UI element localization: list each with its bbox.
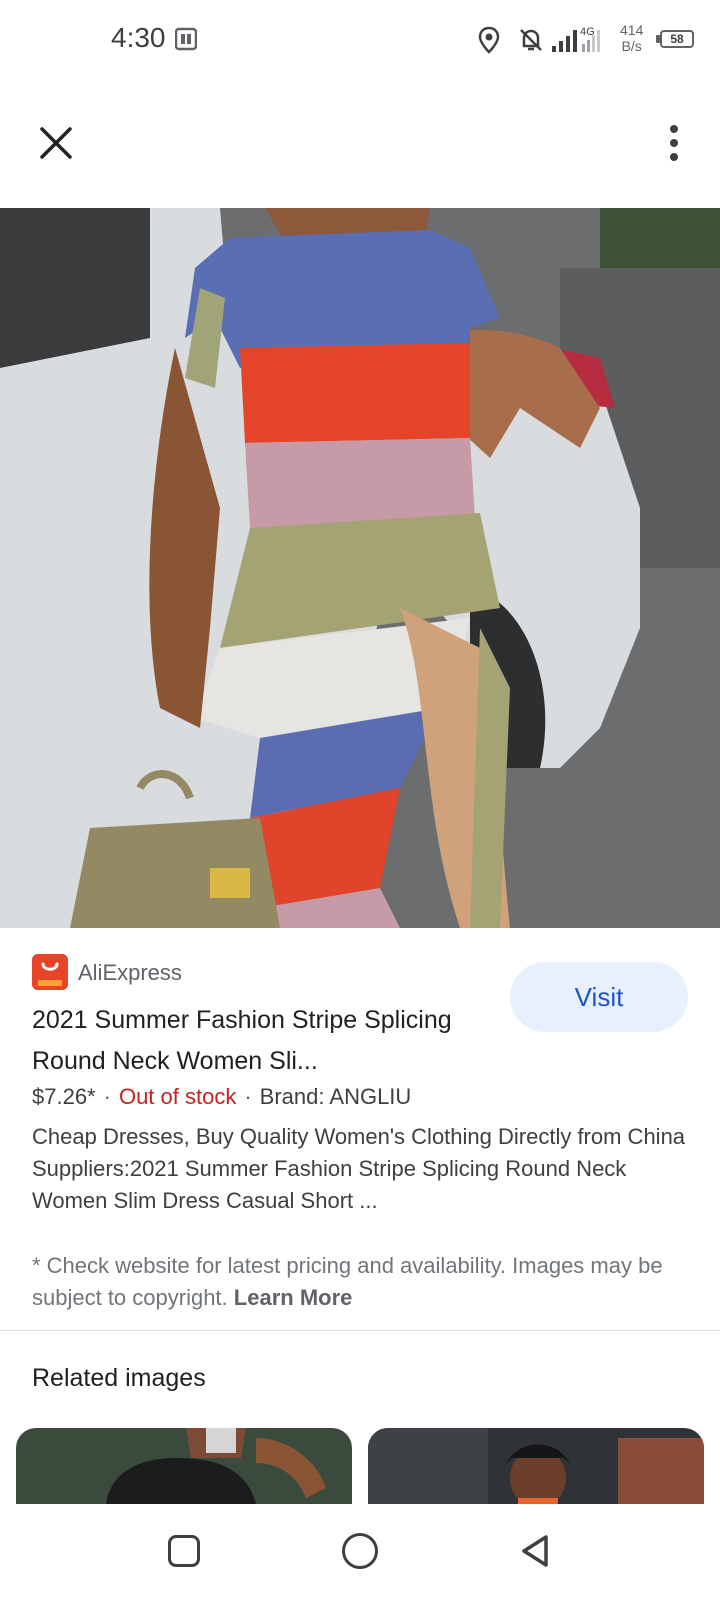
battery-icon: 58 [660, 30, 694, 48]
back-button[interactable] [518, 1533, 554, 1569]
back-icon [522, 1535, 548, 1567]
home-button[interactable] [342, 1533, 378, 1569]
more-vert-icon [670, 125, 678, 161]
product-image[interactable] [0, 208, 720, 928]
bell-off-icon [520, 29, 542, 51]
more-options-button[interactable] [650, 115, 698, 171]
stock-status: Out of stock [118, 1084, 237, 1109]
divider [0, 1330, 720, 1331]
copyright-notice: * Check website for latest pricing and a… [32, 1250, 692, 1314]
net-speed-unit: B/s [621, 38, 642, 54]
aliexpress-logo-icon [32, 954, 68, 990]
description: Cheap Dresses, Buy Quality Women's Cloth… [32, 1124, 686, 1213]
location-icon [478, 26, 500, 54]
learn-more-link[interactable]: Learn More [234, 1285, 353, 1310]
signal-icon: 4G [552, 26, 600, 52]
status-bar: 4:30 4G 414 B/s 58 [0, 0, 720, 80]
related-image-thumbnail[interactable] [368, 1428, 704, 1504]
price: $7.26* [32, 1084, 96, 1109]
brand: Brand: ANGLIU [259, 1084, 412, 1109]
separator-dot: · [244, 1084, 252, 1109]
related-images-heading: Related images [32, 1364, 206, 1392]
net-speed: 414 B/s [620, 22, 643, 54]
net-speed-value: 414 [620, 22, 644, 38]
visit-button[interactable]: Visit [510, 962, 688, 1032]
meta-row: $7.26* · Out of stock · Brand: ANGLIU [32, 1084, 411, 1110]
status-time: 4:30 [111, 22, 166, 53]
source-name[interactable]: AliExpress [78, 960, 182, 986]
sim-icon [175, 27, 197, 51]
result-title[interactable]: 2021 Summer Fashion Stripe Splicing Roun… [32, 1000, 492, 1082]
related-image-thumbnail[interactable] [16, 1428, 352, 1504]
separator-dot: · [103, 1084, 111, 1109]
close-icon [40, 127, 72, 159]
recent-apps-button[interactable] [168, 1535, 200, 1567]
close-button[interactable] [28, 115, 84, 171]
